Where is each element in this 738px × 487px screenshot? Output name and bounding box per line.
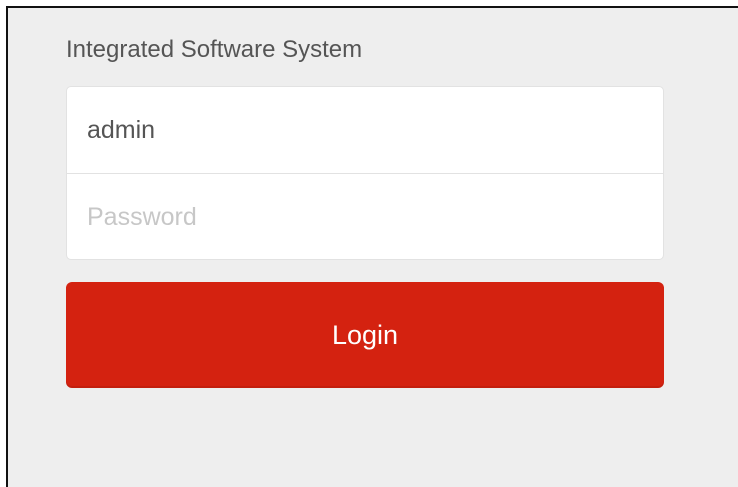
app-title: Integrated Software System bbox=[66, 36, 363, 63]
login-panel: Integrated Software System Login bbox=[6, 6, 738, 487]
credentials-input-group bbox=[66, 86, 664, 260]
password-field[interactable] bbox=[67, 174, 663, 259]
username-field[interactable] bbox=[67, 87, 663, 174]
login-button[interactable]: Login bbox=[66, 282, 664, 388]
